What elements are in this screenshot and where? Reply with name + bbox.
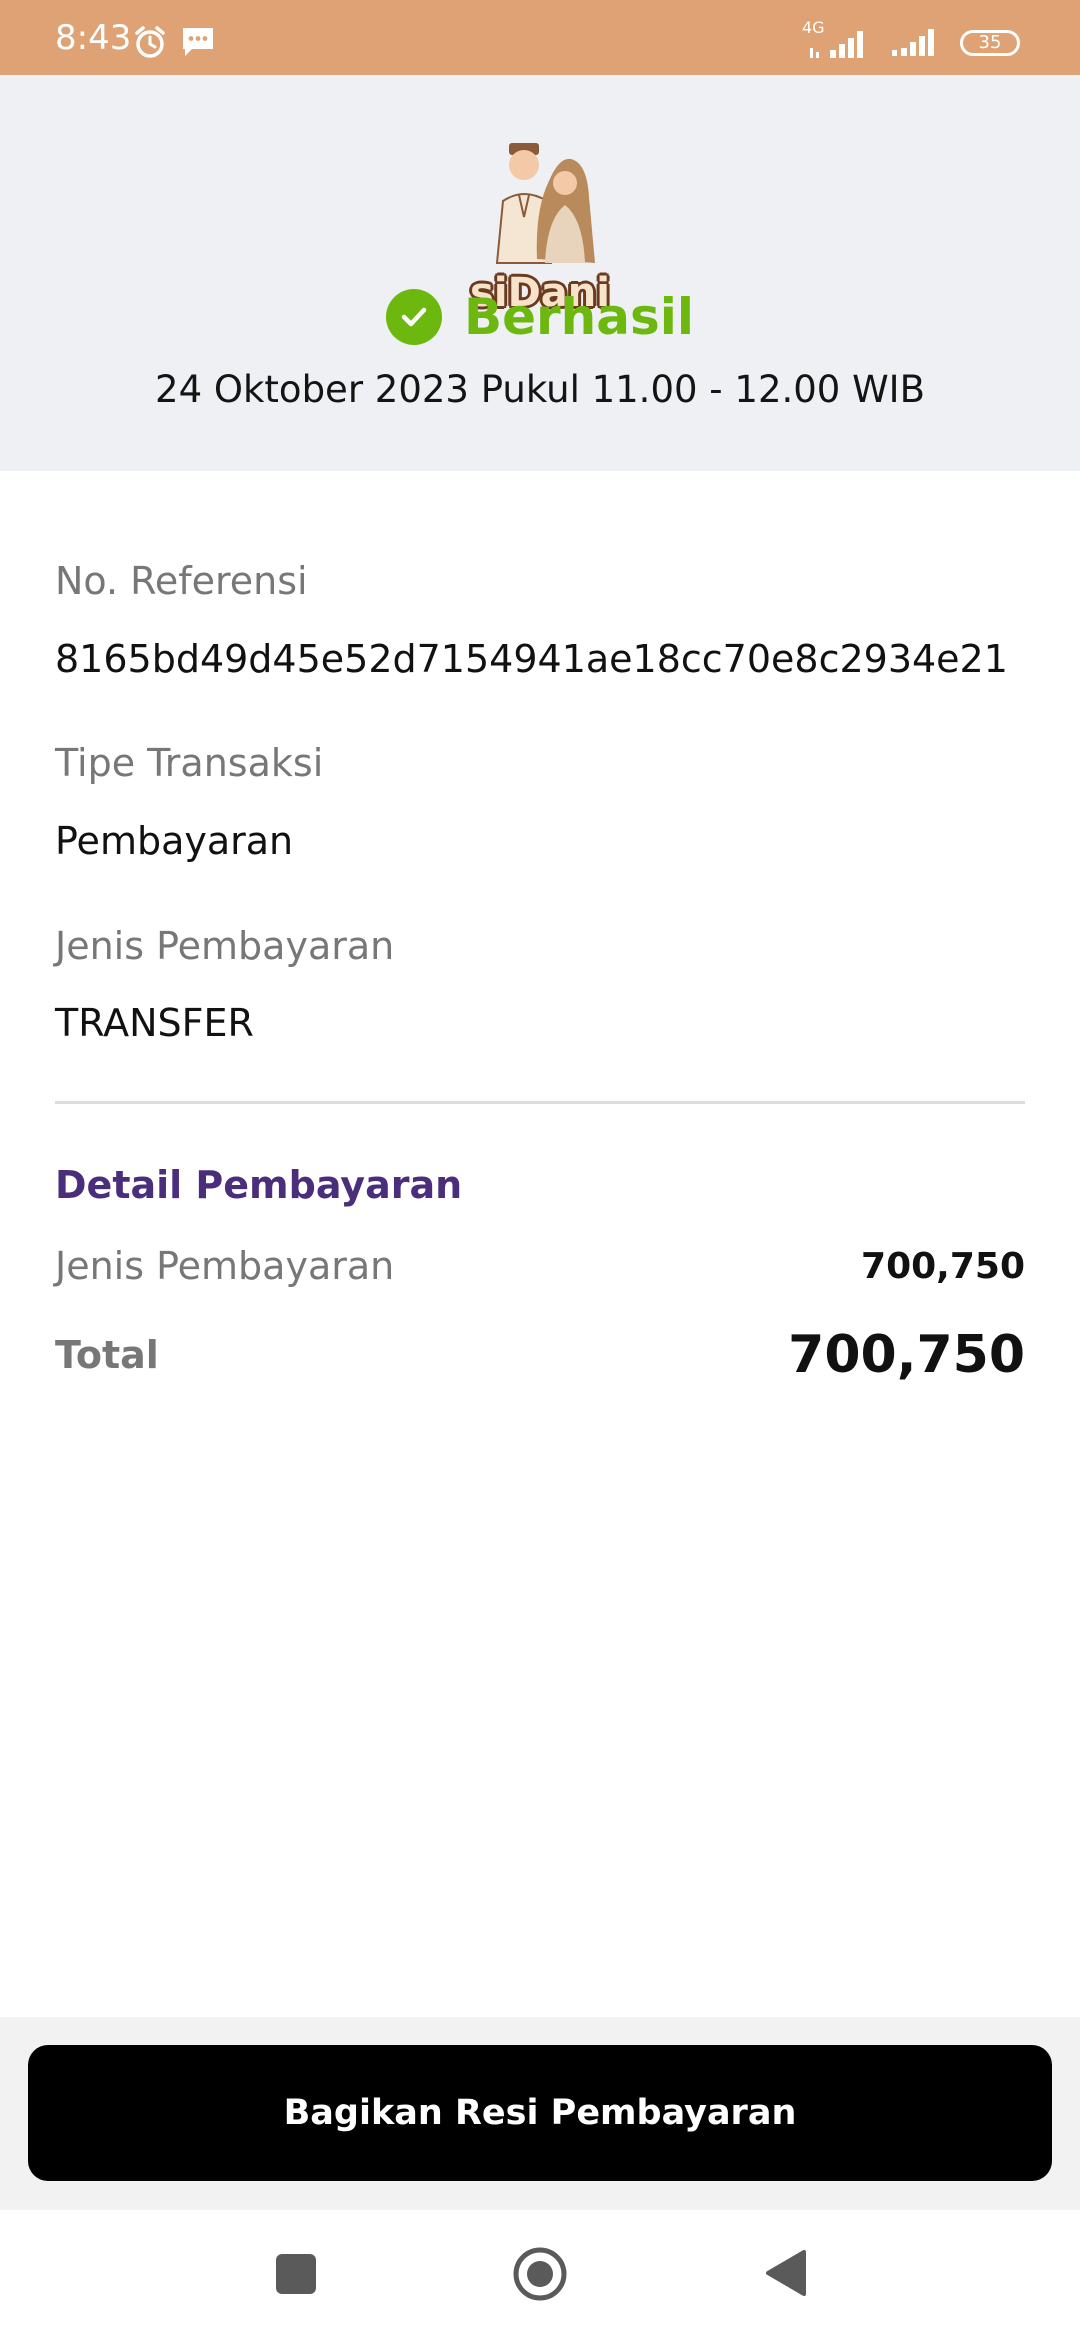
transaction-type-value: Pembayaran — [55, 819, 294, 863]
couple-illustration-icon — [495, 143, 595, 264]
bottom-action-area: Bagikan Resi Pembayaran — [0, 2017, 1080, 2210]
total-label: Total — [55, 1333, 159, 1377]
payment-row-value: 700,750 — [861, 1245, 1025, 1287]
reference-label: No. Referensi — [55, 559, 308, 603]
transaction-datetime: 24 Oktober 2023 Pukul 11.00 - 12.00 WIB — [155, 368, 925, 411]
battery-level: 35 — [978, 32, 1002, 53]
recent-apps-icon[interactable] — [276, 2254, 316, 2294]
sidani-logo: siDani — [465, 139, 615, 315]
payment-detail-title: Detail Pembayaran — [55, 1163, 463, 1207]
home-icon[interactable] — [512, 2246, 568, 2302]
divider — [55, 1101, 1025, 1104]
total-value: 700,750 — [788, 1325, 1025, 1385]
signal-icon — [890, 24, 942, 62]
payment-method-value: TRANSFER — [55, 1001, 254, 1045]
status-time: 8:43 — [55, 18, 132, 58]
message-icon — [180, 25, 216, 63]
status-bar: 8:43 4G 35 — [0, 0, 1080, 75]
reference-value: 8165bd49d45e52d7154941ae18cc70e8c2934e21 — [55, 637, 1008, 681]
status-text: Berhasil — [463, 288, 695, 346]
payment-row-label: Jenis Pembayaran — [55, 1244, 395, 1288]
back-icon[interactable] — [764, 2248, 808, 2298]
transaction-status: Berhasil — [0, 287, 1080, 347]
battery-icon: 35 — [960, 30, 1020, 56]
signal-icon: 4G — [802, 20, 872, 60]
transaction-type-label: Tipe Transaksi — [55, 741, 324, 785]
alarm-icon — [132, 24, 168, 64]
total-row: Total 700,750 — [55, 1322, 1025, 1388]
payment-detail-row: Jenis Pembayaran 700,750 — [55, 1240, 1025, 1292]
navigation-bar — [0, 2210, 1080, 2340]
receipt-header: siDani Berhasil 24 Oktober 2023 Pukul 11… — [0, 75, 1080, 471]
check-circle-icon — [385, 289, 442, 345]
share-receipt-button[interactable]: Bagikan Resi Pembayaran — [28, 2045, 1052, 2181]
payment-method-label: Jenis Pembayaran — [55, 924, 395, 968]
